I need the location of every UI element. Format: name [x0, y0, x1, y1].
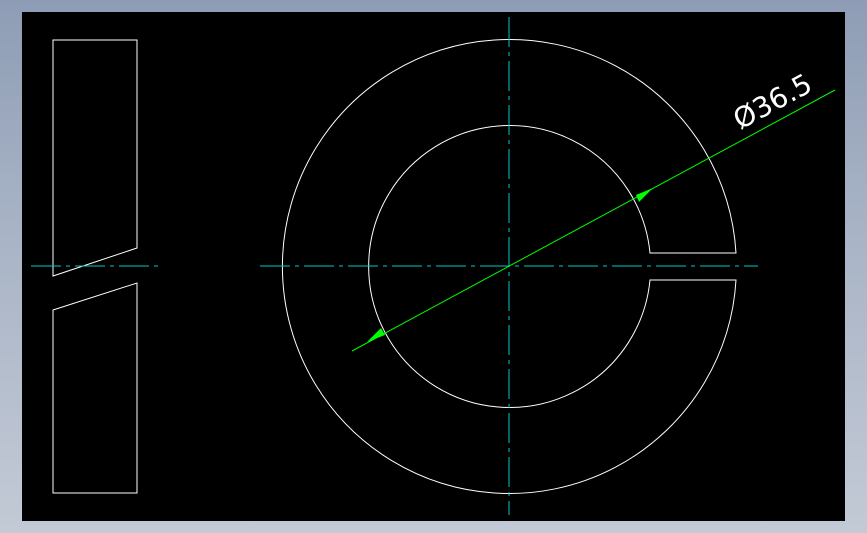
- side-view-lower-half: [52, 282, 138, 494]
- cad-drawing: Ø36.5: [31, 17, 836, 515]
- side-view: [31, 39, 158, 494]
- diameter-dimension[interactable]: Ø36.5: [351, 67, 836, 352]
- dimension-line: [351, 89, 836, 352]
- diameter-dimension-text: Ø36.5: [728, 67, 818, 136]
- drawing-viewport[interactable]: Ø36.5: [22, 12, 845, 521]
- side-view-upper-half: [52, 39, 138, 277]
- dimension-arrow-lower: [367, 328, 385, 342]
- dimension-arrow-upper: [636, 188, 653, 202]
